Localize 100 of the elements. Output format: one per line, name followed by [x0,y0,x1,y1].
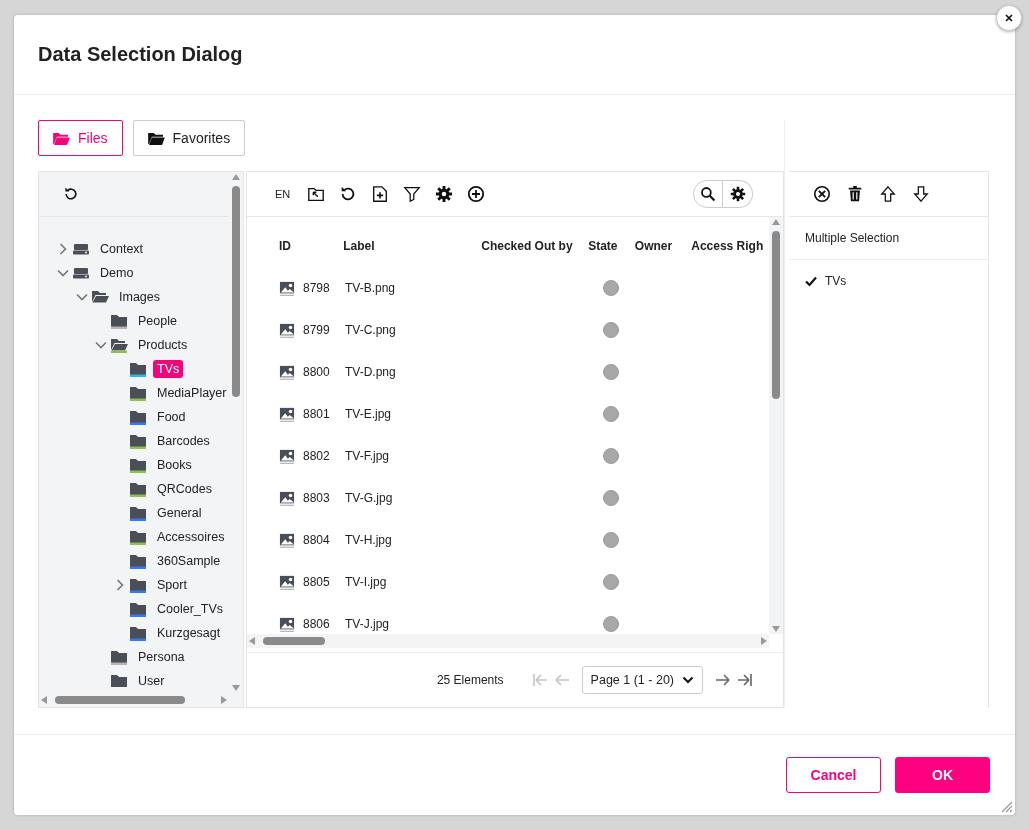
column-header[interactable]: Access Righ [691,239,764,254]
state-dot-icon [603,490,619,507]
folder-up-arrow-icon[interactable] [307,185,325,204]
ok-button[interactable]: OK [895,757,990,793]
table-cell: TV-G.jpg [345,491,393,506]
table-cell: 8805 [303,575,330,590]
add-icon[interactable] [467,185,485,204]
table-cell: 8799 [303,323,330,338]
state-dot-icon [603,364,619,381]
tree-item[interactable]: Images [115,288,164,307]
selected-item[interactable]: TVs [825,274,847,289]
column-header[interactable]: ID [279,239,291,254]
column-header[interactable]: State [588,239,618,254]
scrollbar-thumb[interactable] [232,186,240,398]
tree-item[interactable]: Persona [134,648,189,667]
table-cell: TV-H.jpg [345,533,392,548]
folder-icon [110,673,128,690]
tree-item[interactable]: QRCodes [153,480,216,499]
last-page-icon[interactable] [737,672,753,689]
scroll-right-arrow-icon[interactable] [759,636,769,647]
chevron-right-icon[interactable] [114,579,126,592]
tree-item[interactable]: Barcodes [153,432,214,451]
table-vertical-scrollbar[interactable] [769,217,783,635]
column-header[interactable]: Owner [634,239,673,254]
scrollbar-thumb[interactable] [263,637,325,646]
state-dot-icon [603,448,619,465]
image-file-icon [279,406,295,422]
folder-icon [110,649,128,666]
state-dot-icon [603,574,619,591]
table-horizontal-scrollbar[interactable] [247,634,769,649]
table-cell: TV-C.png [345,323,396,338]
dialog-title: Data Selection Dialog [38,43,243,66]
folder-icon [129,361,147,378]
folder-icon [129,601,147,618]
cancel-button[interactable]: Cancel [786,757,881,793]
table-cell: 8802 [303,449,330,464]
table-cell: TV-E.jpg [345,407,392,422]
scrollbar-thumb[interactable] [772,231,780,400]
tree-item[interactable]: User [134,672,169,691]
arrow-up-icon[interactable] [879,185,897,204]
image-file-icon [279,532,295,548]
column-header[interactable]: Label [343,239,375,254]
scroll-left-arrow-icon[interactable] [39,695,49,706]
chevron-right-icon[interactable] [57,243,69,256]
column-header[interactable]: Checked Out by [481,239,573,254]
table-cell: TV-J.jpg [345,617,389,632]
resize-grip-icon[interactable] [999,799,1013,813]
search-button[interactable] [693,180,723,209]
tree-item[interactable]: Cooler_TVs [153,600,227,619]
tree-item[interactable]: Context [96,240,148,259]
arrow-down-icon[interactable] [912,185,930,204]
clear-icon[interactable] [813,185,831,204]
state-dot-icon [603,322,619,339]
settings-icon[interactable] [435,185,453,204]
tree-item[interactable]: Sport [153,576,191,595]
trash-icon[interactable] [846,185,864,204]
scroll-right-arrow-icon[interactable] [219,695,229,706]
settings-icon [729,186,746,203]
open-folder-icon [110,337,128,354]
tree-item[interactable]: 360Sample [153,552,225,571]
tree-item[interactable]: General [153,504,206,523]
tree-item[interactable]: Products [134,336,192,355]
table-cell: TV-B.png [345,281,396,296]
folder-icon [110,313,128,330]
folder-icon [129,577,147,594]
settings-button[interactable] [723,180,753,209]
new-file-icon[interactable] [371,185,389,204]
tree-item[interactable]: Kurzgesagt [153,624,225,643]
page-select[interactable]: Page 1 (1 - 20) [581,666,703,695]
source-tab[interactable]: Files [38,120,123,157]
tree-item[interactable]: Books [153,456,196,475]
image-file-icon [279,280,295,296]
refresh-icon[interactable] [63,186,79,203]
table-cell: 8800 [303,365,330,380]
tree-item[interactable]: MediaPlayer [153,384,229,403]
filter-icon[interactable] [403,185,421,204]
table-cell: TV-I.jpg [345,575,387,590]
table-cell: 8803 [303,491,330,506]
folder-icon [129,505,147,522]
state-dot-icon [603,616,619,633]
tree-item[interactable]: People [134,312,181,331]
tree-item[interactable]: Accessoires [153,528,229,547]
state-dot-icon [603,406,619,423]
folder-icon [129,385,147,402]
tree-item[interactable]: Demo [96,264,138,283]
scroll-left-arrow-icon[interactable] [247,636,257,647]
open-folder-icon [147,131,165,145]
folder-icon [129,433,147,450]
open-folder-icon [53,131,70,145]
close-button[interactable] [996,5,1022,31]
scroll-up-arrow-icon[interactable] [771,217,781,228]
close-icon [1003,12,1015,24]
tree-item[interactable]: TVs [153,360,184,379]
element-count: 25 Elements [436,673,504,688]
language-toggle[interactable]: EN [275,188,293,201]
table-cell: 8801 [303,407,330,422]
source-tab[interactable]: Favorites [132,120,246,157]
scroll-up-arrow-icon[interactable] [231,172,241,183]
scrollbar-thumb[interactable] [55,696,185,705]
tree-item[interactable]: Food [153,408,190,427]
